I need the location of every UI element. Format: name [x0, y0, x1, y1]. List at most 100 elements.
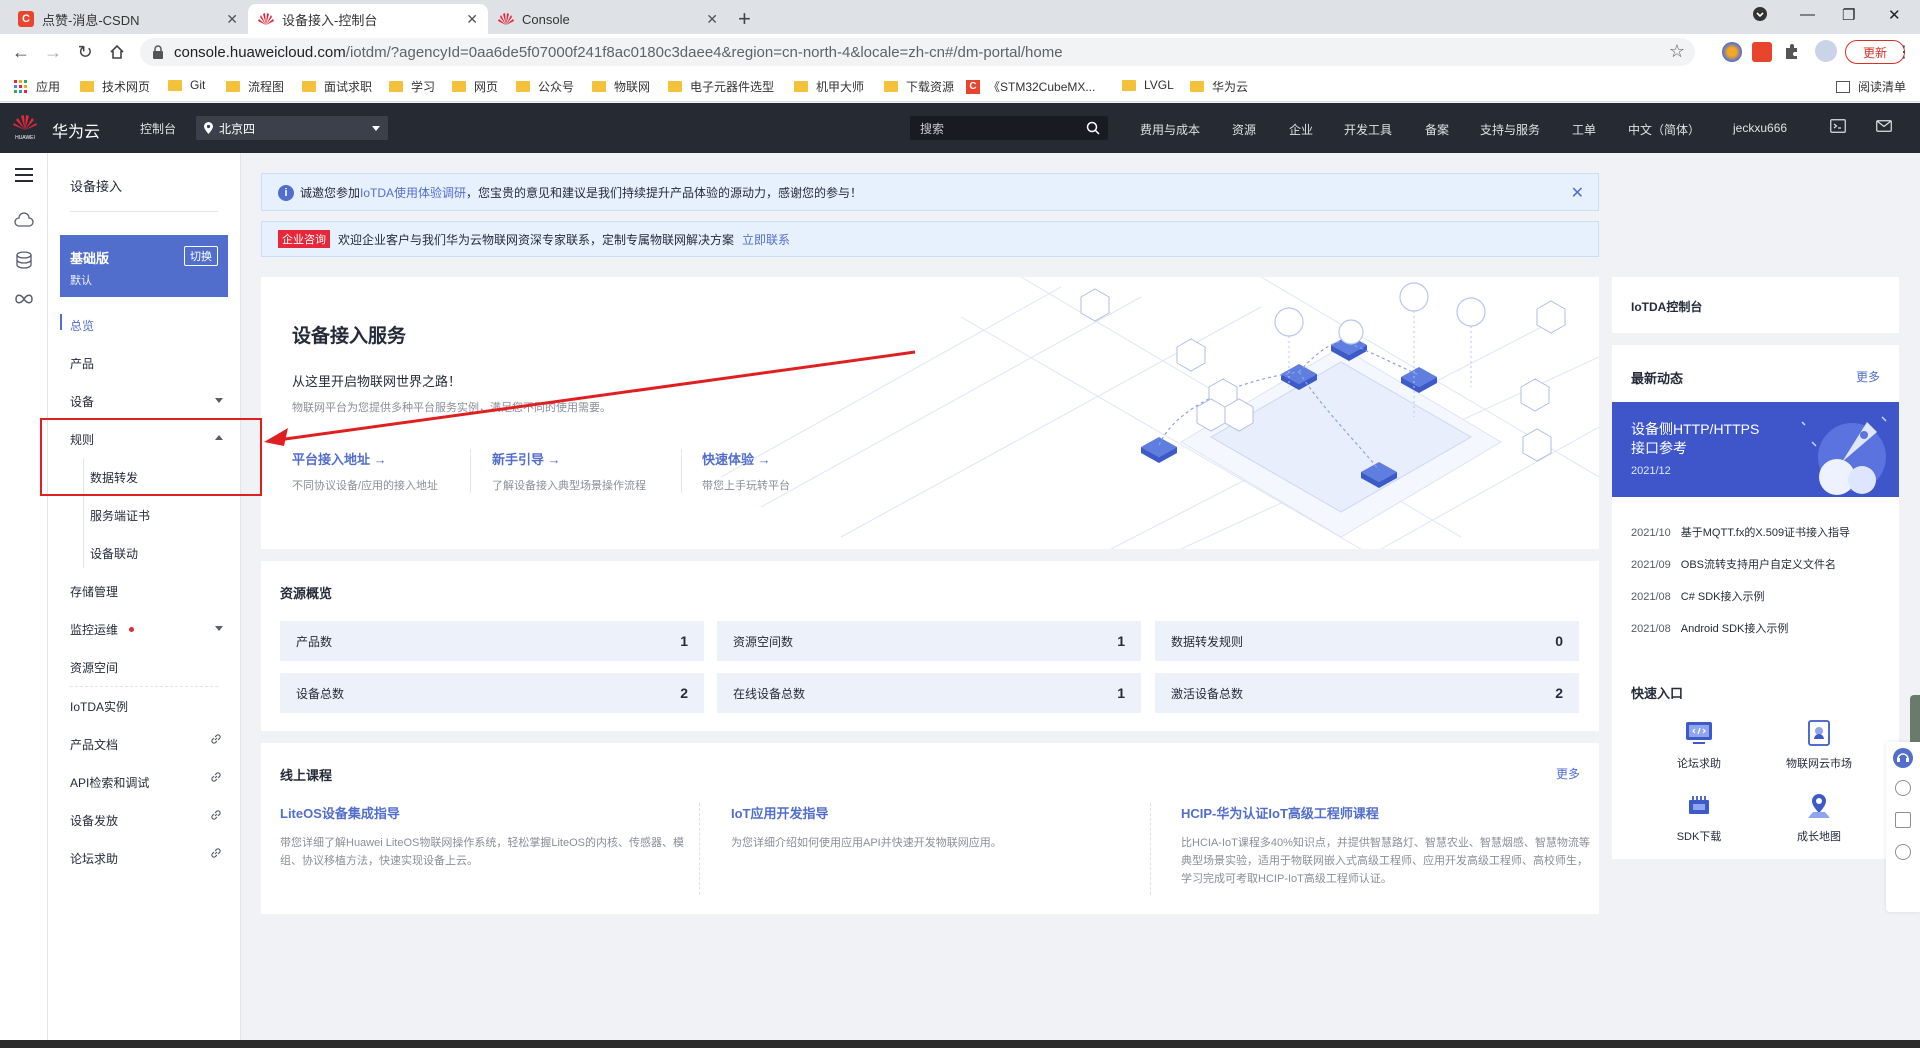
extension-firefox-icon[interactable] [1722, 42, 1742, 62]
database-icon[interactable] [14, 250, 34, 270]
menu-item-storage[interactable]: 存储管理 [70, 583, 118, 600]
extensions-puzzle-icon[interactable] [1782, 42, 1802, 62]
bookmark-folder[interactable]: LVGL [1122, 78, 1174, 92]
bookmark-folder[interactable]: 电子元器件选型 [668, 78, 774, 95]
news-item[interactable]: 2021/10 基于MQTT.fx的X.509证书接入指导 [1631, 524, 1850, 540]
extension-csdn-icon[interactable] [1752, 42, 1772, 62]
nav-tickets[interactable]: 工单 [1572, 121, 1596, 138]
close-tab-icon[interactable]: ✕ [226, 11, 238, 28]
profile-avatar[interactable] [1815, 40, 1837, 62]
menu-item-product[interactable]: 产品 [70, 355, 94, 372]
stat-device-total[interactable]: 设备总数 2 [280, 673, 704, 713]
menu-item-resource-space[interactable]: 资源空间 [70, 659, 118, 676]
smile-icon[interactable] [1895, 844, 1911, 860]
hamburger-menu-icon[interactable] [14, 165, 34, 185]
bookmark-folder[interactable]: Git [168, 78, 205, 92]
menu-item-overview[interactable]: 总览 [70, 317, 94, 334]
quick-growth-map[interactable]: 成长地图 [1759, 792, 1879, 844]
menu-item-iotda-instance[interactable]: IoTDA实例 [70, 698, 128, 715]
bookmark-folder[interactable]: 面试求职 [302, 78, 372, 95]
cloud-icon[interactable] [14, 211, 34, 231]
bookmark-folder[interactable]: 机甲大师 [794, 78, 864, 95]
close-icon[interactable]: ✕ [1571, 183, 1584, 203]
home-icon[interactable] [106, 41, 128, 63]
nav-billing[interactable]: 费用与成本 [1140, 121, 1200, 138]
address-bar[interactable]: console.huaweicloud.com/iotdm/?agencyId=… [140, 38, 1695, 66]
stat-forwarding-rules[interactable]: 数据转发规则 0 [1155, 621, 1579, 661]
quick-sdk-download[interactable]: SDK下载 [1639, 792, 1759, 844]
reading-list[interactable]: 阅读清单 [1836, 78, 1906, 95]
help-icon[interactable] [1895, 780, 1911, 796]
stat-activated-devices[interactable]: 激活设备总数 2 [1155, 673, 1579, 713]
switch-version-button[interactable]: 切换 [184, 246, 218, 266]
course-title-link[interactable]: IoT应用开发指导 [731, 803, 1141, 822]
quick-forum[interactable]: 论坛求助 [1639, 719, 1759, 771]
search-icon[interactable] [1086, 121, 1100, 135]
infinity-icon[interactable] [14, 289, 34, 309]
nav-filing[interactable]: 备案 [1425, 121, 1449, 138]
news-more-link[interactable]: 更多 [1856, 368, 1880, 385]
menu-item-monitoring[interactable]: 监控运维 [70, 621, 118, 638]
tab-search-icon[interactable] [1752, 6, 1768, 22]
close-window-icon[interactable]: ✕ [1888, 6, 1901, 24]
news-item[interactable]: 2021/09 OBS流转支持用户自定义文件名 [1631, 556, 1836, 572]
bookmark-folder[interactable]: 技术网页 [80, 78, 150, 95]
stat-resource-space-count[interactable]: 资源空间数 1 [717, 621, 1141, 661]
region-select[interactable]: 北京四 [196, 116, 388, 140]
nav-support[interactable]: 支持与服务 [1480, 121, 1540, 138]
bookmark-folder[interactable]: 华为云 [1190, 78, 1248, 95]
quick-iot-marketplace[interactable]: 物联网云市场 [1759, 719, 1879, 771]
menu-item-api-explorer[interactable]: API检索和调试 [70, 774, 149, 791]
news-item[interactable]: 2021/08 Android SDK接入示例 [1631, 620, 1788, 636]
courses-more-link[interactable]: 更多 [1556, 765, 1580, 782]
nav-enterprise[interactable]: 企业 [1289, 121, 1313, 138]
menu-item-device-linkage[interactable]: 设备联动 [90, 545, 138, 562]
chevron-down-icon[interactable] [215, 626, 223, 631]
bookmark-star-icon[interactable]: ☆ [1669, 41, 1685, 62]
bookmark-folder[interactable]: 物联网 [592, 78, 650, 95]
menu-item-device-provisioning[interactable]: 设备发放 [70, 812, 118, 829]
header-search-input[interactable]: 搜索 [910, 116, 1108, 140]
back-icon[interactable]: ← [10, 41, 32, 63]
stat-online-devices[interactable]: 在线设备总数 1 [717, 673, 1141, 713]
menu-item-forum[interactable]: 论坛求助 [70, 850, 118, 867]
browser-menu-icon[interactable]: ⋮ [1893, 41, 1915, 63]
course-title-link[interactable]: HCIP-华为认证IoT高级工程师课程 [1181, 803, 1591, 822]
survey-link[interactable]: IoTDA使用体验调研 [360, 184, 466, 201]
bookmark-folder[interactable]: 学习 [389, 78, 435, 95]
nav-dev-tools[interactable]: 开发工具 [1344, 121, 1392, 138]
menu-item-product-docs[interactable]: 产品文档 [70, 736, 118, 753]
bookmark-folder[interactable]: 网页 [452, 78, 498, 95]
browser-tab-csdn[interactable]: C 点赞-消息-CSDN ✕ [8, 4, 248, 34]
restore-icon[interactable]: ❐ [1842, 6, 1855, 24]
course-title-link[interactable]: LiteOS设备集成指导 [280, 803, 690, 822]
nav-language[interactable]: 中文（简体） [1628, 121, 1700, 138]
minimize-icon[interactable]: — [1800, 6, 1815, 23]
browser-tab-device-access[interactable]: 设备接入-控制台 ✕ [248, 4, 488, 34]
nav-resources[interactable]: 资源 [1232, 121, 1256, 138]
forward-icon[interactable]: → [42, 41, 64, 63]
bookmark-folder[interactable]: 下载资源 [884, 78, 954, 95]
bookmark-apps[interactable]: 应用 [14, 78, 60, 95]
new-tab-button[interactable]: + [738, 6, 751, 32]
feedback-icon[interactable] [1895, 812, 1911, 828]
console-link[interactable]: 控制台 [140, 120, 176, 137]
bookmark-folder[interactable]: 公众号 [516, 78, 574, 95]
browser-tab-console[interactable]: Console ✕ [488, 4, 728, 34]
terminal-icon[interactable] [1830, 119, 1846, 133]
contact-now-link[interactable]: 立即联系 [742, 231, 790, 248]
close-tab-icon[interactable]: ✕ [706, 11, 718, 28]
reload-icon[interactable]: ↻ [74, 41, 96, 63]
huawei-logo[interactable]: HUAWEI [12, 113, 38, 141]
bookmark-link[interactable]: C 《STM32CubeMX... [966, 78, 1095, 95]
bookmark-folder[interactable]: 流程图 [226, 78, 284, 95]
news-banner[interactable]: 设备侧HTTP/HTTPS 接口参考 2021/12 [1612, 402, 1899, 497]
console-card-title[interactable]: IoTDA控制台 [1631, 298, 1702, 315]
headset-support-icon[interactable] [1893, 748, 1913, 768]
news-item[interactable]: 2021/08 C# SDK接入示例 [1631, 588, 1765, 604]
close-tab-icon[interactable]: ✕ [466, 11, 478, 28]
chevron-down-icon[interactable] [215, 398, 223, 403]
stat-product-count[interactable]: 产品数 1 [280, 621, 704, 661]
menu-item-device[interactable]: 设备 [70, 393, 94, 410]
menu-item-server-certificates[interactable]: 服务端证书 [90, 507, 150, 524]
